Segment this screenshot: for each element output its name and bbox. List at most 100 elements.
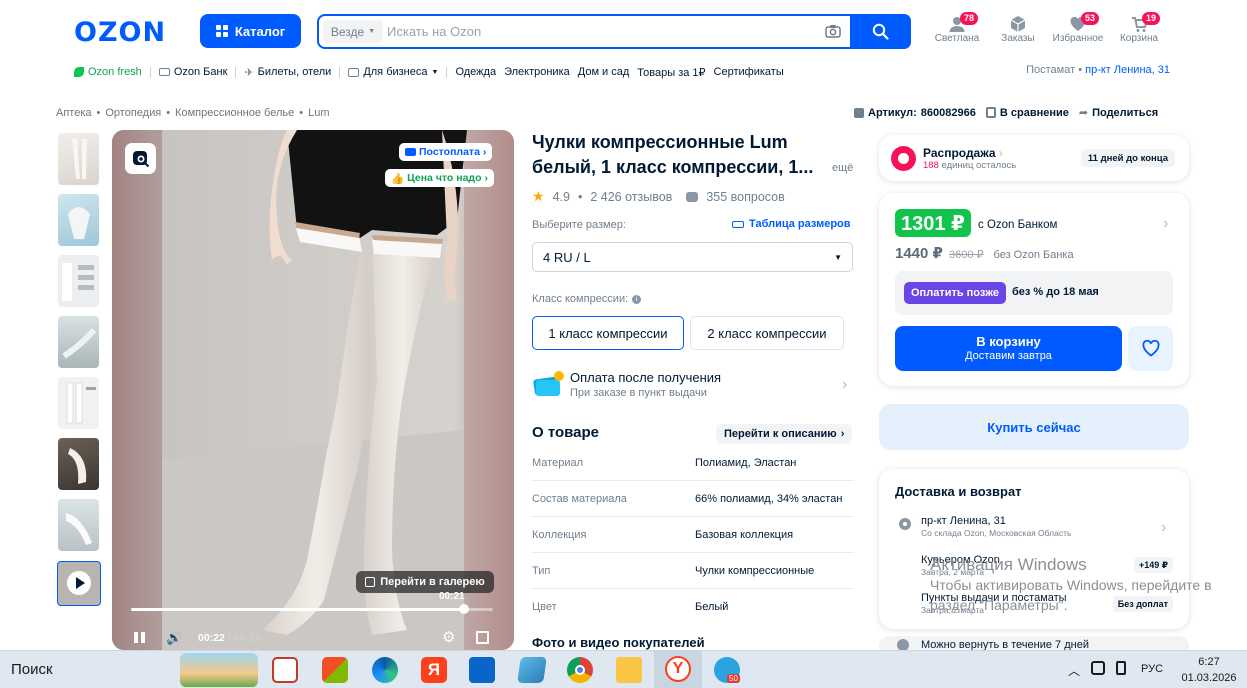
- size-select[interactable]: 4 RU / L ▼: [532, 242, 853, 272]
- breadcrumb-item[interactable]: Компрессионное белье: [175, 107, 294, 119]
- nav-home-garden[interactable]: Дом и сад: [578, 66, 630, 78]
- nav-one-ruble[interactable]: Товары за 1₽: [637, 66, 705, 79]
- header-profile[interactable]: 78 Светлана: [925, 12, 989, 50]
- spec-row: Материал Полиамид, Эластан: [532, 445, 854, 481]
- payment-after-receipt[interactable]: Оплата после получения При заказе в пунк…: [532, 366, 852, 406]
- nav-ozon-fresh[interactable]: Ozon fresh: [74, 66, 142, 78]
- taskbar-search[interactable]: Поиск: [11, 661, 53, 678]
- nav-electronics[interactable]: Электроника: [504, 66, 570, 78]
- add-to-cart-button[interactable]: В корзину Доставим завтра: [895, 326, 1122, 371]
- gallery-thumbnail[interactable]: [58, 377, 99, 429]
- battery-icon[interactable]: [1116, 661, 1126, 675]
- nav-certificates[interactable]: Сертификаты: [714, 66, 784, 78]
- good-price-badge[interactable]: 👍 Цена что надо ›: [385, 169, 495, 187]
- settings-gear-icon[interactable]: ⚙: [442, 628, 455, 646]
- article-number[interactable]: Артикул: 860082966: [854, 107, 976, 119]
- spec-key: Тип: [532, 564, 551, 577]
- search-input[interactable]: [387, 20, 827, 43]
- gallery-thumbnail[interactable]: [58, 438, 99, 490]
- media-player-app-icon[interactable]: [272, 657, 298, 683]
- sale-banner[interactable]: Распродажа › 188 единиц осталось 11 дней…: [879, 135, 1189, 181]
- info-icon[interactable]: i: [632, 294, 642, 304]
- rating-row[interactable]: ★ 4.9 • 2 426 отзывов 355 вопросов: [532, 188, 785, 205]
- time-hover-label: 00:21: [439, 591, 465, 602]
- profile-label: Светлана: [934, 33, 980, 44]
- file-explorer-icon[interactable]: [616, 657, 642, 683]
- header-orders[interactable]: Заказы: [986, 14, 1050, 50]
- breadcrumb-item[interactable]: Ортопедия: [105, 107, 161, 119]
- store-app-icon[interactable]: [322, 657, 348, 683]
- nav-divider: [149, 66, 151, 78]
- gallery-thumbnail[interactable]: [58, 255, 99, 307]
- postpay-badge[interactable]: Постоплата ›: [399, 143, 493, 161]
- edge-browser-icon[interactable]: [372, 657, 398, 683]
- size-table-link[interactable]: Таблица размеров: [732, 218, 851, 230]
- size-value: 4 RU / L: [543, 249, 591, 265]
- search-scope-label: Везде: [330, 24, 365, 39]
- class-option[interactable]: 2 класс компрессии: [690, 316, 844, 350]
- notes-app-icon[interactable]: [517, 657, 547, 683]
- header-favorites[interactable]: 53 Избранное: [1046, 12, 1110, 50]
- chevron-right-icon: ›: [998, 146, 1003, 160]
- questions-count[interactable]: 355 вопросов: [706, 190, 784, 204]
- chevron-right-icon[interactable]: ›: [1163, 215, 1168, 233]
- gallery-button[interactable]: Перейти в галерею: [356, 571, 494, 593]
- camera-icon[interactable]: [825, 23, 841, 39]
- delivery-address[interactable]: Постамат • пр-кт Ленина, 31: [1026, 64, 1170, 76]
- pause-button[interactable]: [134, 632, 145, 643]
- chevron-up-icon[interactable]: ︿: [1068, 662, 1080, 679]
- payment-title: Оплата после получения: [570, 370, 722, 385]
- network-icon[interactable]: [1091, 661, 1105, 675]
- breadcrumb-item[interactable]: Аптека: [56, 107, 92, 119]
- gallery-thumbnail-video-active[interactable]: [57, 561, 101, 606]
- nav-ozon-bank[interactable]: Ozon Банк: [158, 66, 227, 78]
- pay-later-block[interactable]: Оплатить позже без % до 18 мая: [895, 271, 1173, 315]
- product-title: Чулки компрессионные Lum белый, 1 класс к…: [532, 130, 852, 180]
- compare-button[interactable]: В сравнение: [985, 107, 1069, 119]
- buy-now-button[interactable]: Купить сейчас: [879, 404, 1189, 450]
- gallery-thumbnail[interactable]: [58, 316, 99, 368]
- fullscreen-icon[interactable]: [476, 631, 489, 644]
- header-cart[interactable]: 19 Корзина: [1107, 12, 1171, 50]
- ozon-logo[interactable]: OZON: [74, 17, 166, 48]
- volume-icon[interactable]: 🔊: [166, 630, 182, 646]
- yandex-icon[interactable]: Я: [421, 657, 447, 683]
- catalog-button[interactable]: Каталог: [200, 14, 301, 48]
- taskbar-active-app[interactable]: Y: [654, 651, 702, 688]
- share-button[interactable]: ➦ Поделиться: [1079, 106, 1158, 120]
- breadcrumb-item[interactable]: Lum: [308, 107, 329, 119]
- video-progress-track[interactable]: [131, 608, 493, 611]
- favorite-button[interactable]: [1128, 326, 1173, 371]
- copy-icon: [854, 107, 864, 118]
- chevron-right-icon[interactable]: ›: [1161, 519, 1166, 537]
- telegram-icon[interactable]: 50: [714, 657, 740, 683]
- language-indicator[interactable]: РУС: [1141, 663, 1163, 675]
- chevron-right-icon: ›: [484, 172, 489, 184]
- go-to-description-button[interactable]: Перейти к описанию ›: [716, 424, 853, 444]
- about-title: О товаре: [532, 424, 600, 441]
- gallery-thumbnail[interactable]: [58, 133, 99, 185]
- video-progress-fill: [131, 608, 465, 611]
- gallery-thumbnail[interactable]: [58, 194, 99, 246]
- zoom-lens-button[interactable]: [125, 143, 156, 174]
- class-option-selected[interactable]: 1 класс компрессии: [532, 316, 684, 350]
- search-scope-select[interactable]: Везде ▼: [323, 20, 383, 43]
- return-policy-row[interactable]: Можно вернуть в течение 7 дней: [879, 636, 1189, 650]
- cart-badge: 19: [1142, 12, 1161, 25]
- nav-business[interactable]: Для бизнеса ▼: [348, 66, 438, 78]
- address-value: пр-кт Ленина, 31: [1085, 64, 1170, 76]
- search-button[interactable]: [850, 14, 911, 49]
- outlook-app-icon[interactable]: [469, 657, 495, 683]
- product-title-line1: Чулки компрессионные Lum: [532, 132, 788, 152]
- nav-clothes[interactable]: Одежда: [455, 66, 496, 78]
- delivery-address-value[interactable]: пр-кт Ленина, 31: [921, 515, 1006, 527]
- gallery-thumbnail[interactable]: [58, 499, 99, 551]
- pay-later-button[interactable]: Оплатить позже: [904, 282, 1006, 304]
- chevron-down-icon: ▼: [834, 252, 842, 262]
- product-video[interactable]: Постоплата › 👍 Цена что надо › Перейти в га…: [112, 130, 514, 650]
- chrome-browser-icon[interactable]: [567, 657, 593, 683]
- video-progress-handle[interactable]: [459, 604, 470, 614]
- clock[interactable]: 6:27 01.03.2026: [1179, 654, 1239, 686]
- title-more-link[interactable]: ещё: [832, 162, 853, 174]
- nav-tickets[interactable]: ✈ Билеты, отели: [244, 66, 331, 79]
